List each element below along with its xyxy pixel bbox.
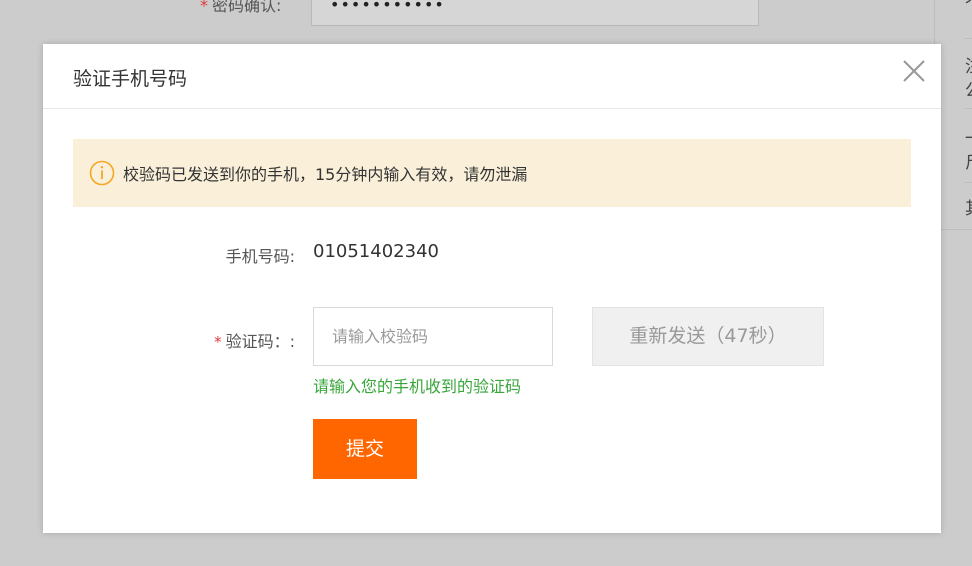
- side-text: 公: [965, 76, 972, 101]
- dialog-header: 验证手机号码: [43, 44, 941, 109]
- side-text: 一: [965, 124, 972, 149]
- info-circle-icon: [89, 160, 115, 186]
- close-icon[interactable]: [901, 58, 927, 84]
- info-alert: 校验码已发送到你的手机，15分钟内输入有效，请勿泄漏: [73, 139, 911, 207]
- password-confirm-label-text: 密码确认:: [212, 0, 282, 15]
- dialog-title: 验证手机号码: [73, 68, 188, 90]
- required-mark: *: [214, 333, 222, 351]
- alert-message: 校验码已发送到你的手机，15分钟内输入有效，请勿泄漏: [123, 165, 528, 184]
- phone-label: 手机号码:: [225, 247, 295, 266]
- password-confirm-label: * 密码确认:: [200, 0, 281, 16]
- phone-number: 01051402340: [313, 241, 439, 262]
- side-text: 注: [965, 52, 972, 77]
- divider: [965, 182, 972, 183]
- resend-code-button[interactable]: 重新发送（47秒）: [592, 307, 824, 366]
- verification-code-input[interactable]: [313, 307, 553, 366]
- password-confirm-input[interactable]: •••••••••••: [311, 0, 759, 26]
- submit-button[interactable]: 提交: [313, 419, 417, 479]
- verify-phone-dialog: 验证手机号码 校验码已发送到你的手机，15分钟内输入有效，请勿泄漏 手机号码: …: [43, 44, 941, 533]
- divider: [965, 38, 972, 39]
- side-text: 斤: [965, 148, 972, 173]
- input-hint: 请输入您的手机收到的验证码: [313, 377, 522, 396]
- side-text: 其: [965, 194, 972, 219]
- divider: [965, 108, 972, 109]
- required-mark: *: [200, 0, 208, 15]
- verification-code-label-text: 验证码：:: [225, 332, 295, 351]
- side-text: 个: [965, 0, 972, 15]
- verification-code-label: * 验证码：:: [175, 328, 295, 352]
